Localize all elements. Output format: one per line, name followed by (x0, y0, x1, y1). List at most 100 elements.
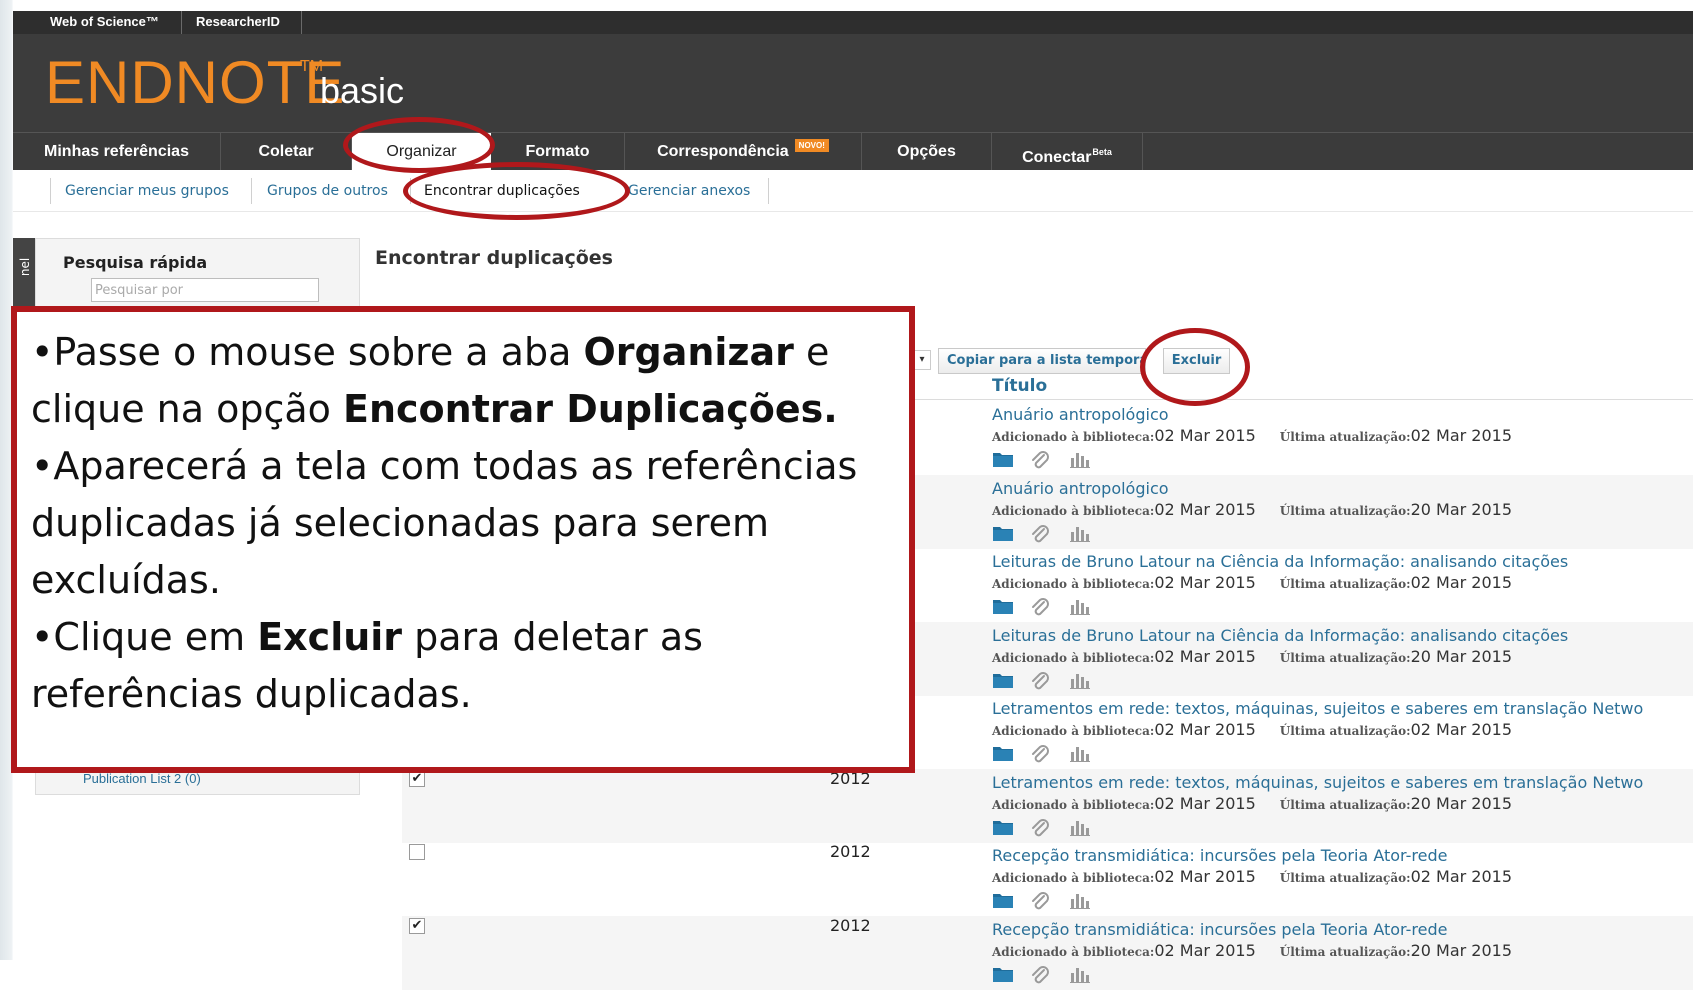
top-divider (301, 11, 302, 34)
bar-chart-icon[interactable] (1069, 744, 1091, 762)
researcherid-link[interactable]: ResearcherID (196, 11, 280, 34)
bar-chart-icon[interactable] (1069, 450, 1091, 468)
row-year: 2012 (830, 842, 871, 861)
chevron-down-icon[interactable]: ▾ (913, 350, 931, 370)
paperclip-icon[interactable] (1029, 524, 1051, 546)
row-title-link[interactable]: Letramentos em rede: textos, máquinas, s… (992, 773, 1693, 792)
callout-segment: e (793, 330, 830, 374)
paperclip-icon[interactable] (1029, 818, 1051, 840)
paperclip-icon[interactable] (1029, 671, 1051, 693)
callout-line: referências duplicadas. (31, 666, 901, 723)
bar-chart-icon[interactable] (1069, 891, 1091, 909)
updated-label: Última atualização: (1279, 797, 1411, 812)
added-label: Adicionado à biblioteca: (992, 577, 1155, 591)
column-header-title[interactable]: Título (992, 376, 1047, 396)
row-meta: Adicionado à biblioteca:02 Mar 2015 Últim… (992, 573, 1512, 592)
main-nav: Minhas referências Coletar Organizar For… (13, 132, 1693, 171)
highlight-ring-excluir (1140, 328, 1250, 406)
row-meta: Adicionado à biblioteca:02 Mar 2015 Últim… (992, 867, 1512, 886)
callout-segment: referências duplicadas. (31, 672, 472, 716)
row-meta: Adicionado à biblioteca:02 Mar 2015 Últim… (992, 794, 1512, 813)
tab-label: Opções (897, 143, 956, 160)
folder-icon[interactable] (992, 450, 1014, 468)
updated-label: Última atualização: (1279, 871, 1411, 885)
folder-icon[interactable] (992, 744, 1014, 762)
added-date: 02 Mar 2015 (1154, 940, 1256, 960)
added-date: 02 Mar 2015 (1154, 646, 1256, 666)
instruction-callout: •Passe o mouse sobre a aba Organizar e cl… (11, 306, 915, 773)
logo-edition: basic (320, 70, 405, 111)
nav-divider (1142, 133, 1143, 171)
tab-label: Correspondência (657, 143, 789, 160)
folder-icon[interactable] (992, 597, 1014, 615)
subnav-grupos-outros[interactable]: Grupos de outros (267, 180, 388, 202)
callout-emphasis: Organizar (583, 330, 794, 374)
folder-icon[interactable] (992, 818, 1014, 836)
tab-coletar[interactable]: Coletar (221, 133, 351, 171)
table-row: ✔ 2012 Recepção transmidiática: incursões … (402, 915, 1693, 990)
added-date: 02 Mar 2015 (1154, 867, 1256, 886)
subnav-divider (251, 178, 252, 204)
subnav-gerenciar-anexos[interactable]: Gerenciar anexos (628, 180, 750, 202)
callout-segment: •Clique em (31, 615, 258, 659)
bar-chart-icon[interactable] (1069, 671, 1091, 689)
callout-segment: duplicadas já selecionadas para serem (31, 501, 770, 545)
tab-minhas-referencias[interactable]: Minhas referências (13, 133, 220, 171)
updated-date: 02 Mar 2015 (1410, 867, 1513, 886)
paperclip-icon[interactable] (1029, 597, 1051, 619)
row-title-link[interactable]: Anuário antropológico (992, 479, 1693, 498)
sidebar-toggle-tab[interactable]: nel (13, 238, 35, 308)
added-label: Adicionado à biblioteca: (992, 503, 1155, 518)
updated-date: 20 Mar 2015 (1410, 646, 1513, 666)
subnav-gerenciar-grupos[interactable]: Gerenciar meus grupos (65, 180, 229, 202)
row-title-link[interactable]: Recepção transmidiática: incursões pela … (992, 920, 1693, 939)
paperclip-icon[interactable] (1029, 965, 1051, 987)
tab-correspondencia[interactable]: Correspondência NOVO! (625, 133, 861, 171)
paperclip-icon[interactable] (1029, 744, 1051, 766)
quick-search-panel: Pesquisa rápida (35, 238, 360, 310)
updated-label: Última atualização: (1279, 503, 1411, 518)
added-label: Adicionado à biblioteca: (992, 430, 1155, 444)
publication-list-link[interactable]: Publication List 2 (0) (83, 771, 201, 786)
search-input[interactable] (91, 278, 319, 302)
added-label: Adicionado à biblioteca: (992, 871, 1155, 885)
subnav-divider (768, 178, 769, 204)
added-date: 02 Mar 2015 (1154, 720, 1256, 739)
folder-icon[interactable] (992, 891, 1014, 909)
quick-search-title: Pesquisa rápida (63, 253, 208, 272)
callout-line: •Aparecerá a tela com todas as referênci… (31, 438, 901, 495)
table-row: 2012 Recepção transmidiática: incursões p… (402, 842, 1693, 916)
folder-icon[interactable] (992, 965, 1014, 983)
added-date: 02 Mar 2015 (1154, 426, 1256, 445)
updated-date: 20 Mar 2015 (1410, 793, 1513, 813)
highlight-ring-encontrar (403, 162, 630, 220)
tab-opcoes[interactable]: Opções (862, 133, 991, 171)
row-title-link[interactable]: Leituras de Bruno Latour na Ciência da I… (992, 626, 1693, 645)
folder-icon[interactable] (992, 524, 1014, 542)
row-checkbox[interactable]: ✔ (409, 917, 425, 934)
web-of-science-link[interactable]: Web of Science™ (50, 11, 159, 34)
slide-frame: Web of Science™ ResearcherID ENDNOTE TM … (0, 0, 1693, 990)
row-title-link[interactable]: Letramentos em rede: textos, máquinas, s… (992, 699, 1693, 718)
bar-chart-icon[interactable] (1069, 597, 1091, 615)
row-title-link[interactable]: Leituras de Bruno Latour na Ciência da I… (992, 552, 1693, 571)
bar-chart-icon[interactable] (1069, 524, 1091, 542)
row-title-link[interactable]: Anuário antropológico (992, 405, 1693, 424)
row-checkbox[interactable] (409, 844, 425, 860)
bar-chart-icon[interactable] (1069, 818, 1091, 836)
updated-label: Última atualização: (1279, 724, 1411, 738)
updated-date: 20 Mar 2015 (1410, 940, 1513, 960)
row-meta: Adicionado à biblioteca:02 Mar 2015 Últim… (992, 647, 1512, 666)
bar-chart-icon[interactable] (1069, 965, 1091, 983)
tab-conectar[interactable]: ConectarBeta (992, 133, 1142, 171)
callout-emphasis: Excluir (257, 615, 403, 659)
copy-to-temp-list-button[interactable]: Copiar para a lista temporária (938, 348, 1146, 374)
row-title-link[interactable]: Recepção transmidiática: incursões pela … (992, 846, 1693, 865)
paperclip-icon[interactable] (1029, 891, 1051, 913)
callout-segment: •Aparecerá a tela com todas as referênci… (31, 444, 858, 488)
paperclip-icon[interactable] (1029, 450, 1051, 472)
folder-icon[interactable] (992, 671, 1014, 689)
added-label: Adicionado à biblioteca: (992, 797, 1155, 812)
updated-date: 02 Mar 2015 (1410, 720, 1513, 739)
updated-label: Última atualização: (1279, 430, 1411, 444)
